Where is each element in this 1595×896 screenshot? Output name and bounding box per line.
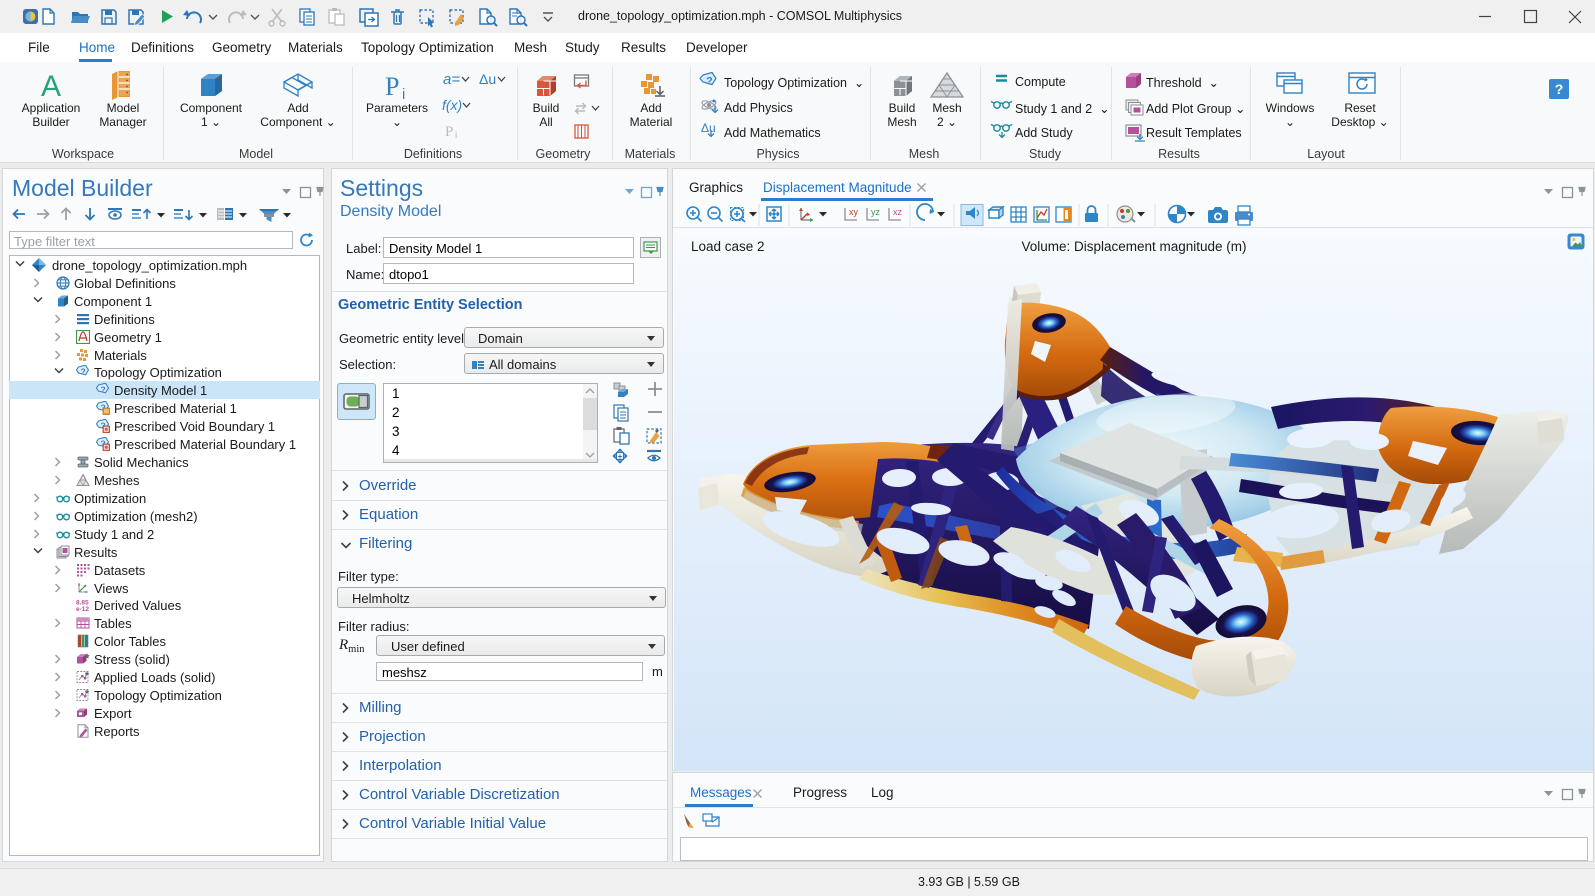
- svg-text:?: ?: [706, 76, 713, 88]
- svg-text:P: P: [445, 124, 453, 140]
- svg-text:f(x): f(x): [442, 97, 462, 113]
- svg-text:i: i: [455, 130, 457, 141]
- svg-text:?: ?: [1555, 81, 1564, 97]
- svg-text:xy: xy: [849, 207, 859, 217]
- svg-text:Δu: Δu: [701, 121, 716, 135]
- svg-text:Δu: Δu: [479, 71, 496, 87]
- svg-text:a=: a=: [443, 71, 460, 88]
- svg-text:yz: yz: [871, 207, 881, 217]
- svg-text:P: P: [385, 72, 399, 101]
- svg-text:xz: xz: [893, 207, 903, 217]
- svg-text:A: A: [41, 70, 61, 103]
